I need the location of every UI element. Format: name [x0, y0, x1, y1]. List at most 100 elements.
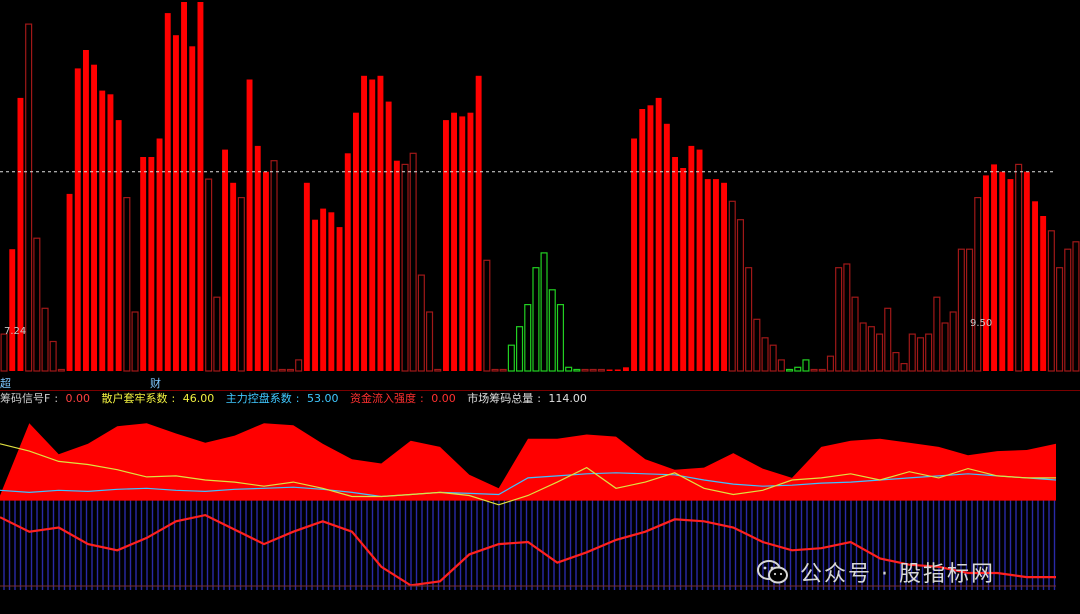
volume-bar: [974, 197, 982, 372]
volume-bar: [328, 212, 335, 371]
volume-bar: [532, 267, 540, 372]
volume-bar: [41, 307, 49, 372]
volume-bar: [115, 120, 122, 371]
volume-bar: [769, 344, 777, 372]
volume-bar: [631, 138, 637, 371]
legend-item-3: 主力控盘系数: 53.00: [225, 392, 339, 405]
marker-middle: 财: [150, 377, 161, 390]
volume-bar: [581, 368, 589, 372]
volume-bar: [810, 368, 818, 372]
volume-bar: [320, 208, 327, 371]
volume-bar: [33, 237, 41, 372]
volume-bar: [483, 259, 491, 372]
volume-bar: [565, 366, 573, 372]
volume-bar: [361, 75, 367, 372]
volume-bar: [148, 157, 155, 371]
volume-bar: [802, 359, 810, 372]
volume-bar: [459, 116, 466, 372]
volume-bar: [83, 50, 89, 371]
volume-bar: [417, 274, 425, 372]
volume-bar: [303, 182, 310, 371]
volume-bar: [785, 368, 794, 372]
volume-bar: [99, 90, 106, 371]
volume-bar: [777, 359, 785, 372]
volume-bar: [156, 138, 163, 371]
volume-bar: [589, 368, 597, 372]
marker-left: 超: [0, 377, 11, 390]
legend-1-value: 0.00: [65, 392, 91, 405]
watermark-text: 公众号 · 股指标网: [800, 562, 995, 587]
volume-bar: [353, 112, 359, 371]
wechat-icon: [757, 560, 788, 584]
volume-bar: [851, 296, 859, 372]
volume-bar: [540, 252, 548, 372]
volume-bar: [312, 219, 318, 371]
volume-bar: [434, 368, 442, 372]
volume-bar: [426, 311, 434, 372]
volume-bar: [843, 263, 851, 372]
volume-bar: [614, 369, 621, 371]
volume-bar: [573, 368, 581, 372]
volume-bar: [623, 367, 629, 371]
volume-bar: [1072, 241, 1080, 372]
legend-item-4: 资金流入强度: 0.00: [349, 392, 456, 405]
legend-5-label: 市场筹码总量: [467, 392, 534, 405]
volume-bar: [745, 267, 753, 372]
watermark: 公众号 · 股指标网: [756, 556, 995, 588]
volume-bar: [237, 197, 245, 372]
volume-bar: [57, 368, 65, 372]
top-chart-panel: [0, 2, 1080, 372]
volume-bar: [1007, 179, 1014, 371]
volume-bar: [680, 168, 687, 371]
volume-bar: [140, 157, 147, 371]
volume-bar: [672, 157, 678, 371]
volume-bar: [254, 145, 261, 371]
volume-bar: [721, 182, 727, 371]
volume-bar: [246, 79, 253, 371]
volume-bar: [409, 152, 417, 372]
volume-bar: [826, 355, 835, 372]
volume-bar: [278, 368, 286, 372]
legend-3-value: 53.00: [306, 392, 339, 405]
volume-bar: [859, 322, 867, 372]
volume-bar: [818, 368, 826, 372]
volume-bar: [761, 337, 769, 372]
volume-bar: [467, 112, 474, 371]
volume-bar: [230, 182, 237, 371]
volume-bar: [933, 296, 941, 372]
legend-3-label: 主力控盘系数: [225, 392, 292, 405]
legend-item-5: 市场筹码总量: 114.00: [467, 392, 587, 405]
volume-bar: [451, 112, 457, 371]
volume-bar: [606, 369, 613, 371]
volume-bar: [597, 368, 605, 372]
volume-bar: [925, 333, 933, 372]
volume-bar: [556, 304, 565, 372]
legend-4-label: 资金流入强度: [349, 392, 416, 405]
volume-bar: [123, 197, 131, 372]
volume-bar: [655, 97, 662, 372]
volume-bar: [688, 145, 695, 371]
volume-bar: [286, 368, 295, 372]
volume-bar: [753, 318, 761, 372]
volume-bar: [949, 311, 957, 372]
legend-5-value: 114.00: [548, 392, 587, 405]
volume-bar: [965, 248, 974, 372]
volume-bar: [999, 171, 1006, 371]
volume-bar: [908, 333, 916, 372]
legend-4-value: 0.00: [431, 392, 456, 405]
volume-bar: [515, 326, 524, 372]
volume-bar: [548, 289, 556, 372]
volume-bar: [916, 337, 925, 372]
volume-bar: [663, 123, 670, 371]
volume-bar: [736, 219, 745, 372]
legend-2-value: 46.00: [182, 392, 215, 405]
volume-bar: [941, 322, 949, 372]
volume-bar: [74, 68, 81, 372]
volume-bar: [9, 249, 16, 371]
volume-bar: [164, 13, 171, 371]
volume-bar: [344, 153, 351, 371]
indicator-legend: 筹码信号F: 0.00 散户套牢系数: 46.00 主力控盘系数: 53.00 …: [0, 391, 1080, 407]
volume-bar: [524, 304, 532, 372]
volume-bar: [443, 120, 449, 371]
volume-bar: [131, 311, 139, 372]
